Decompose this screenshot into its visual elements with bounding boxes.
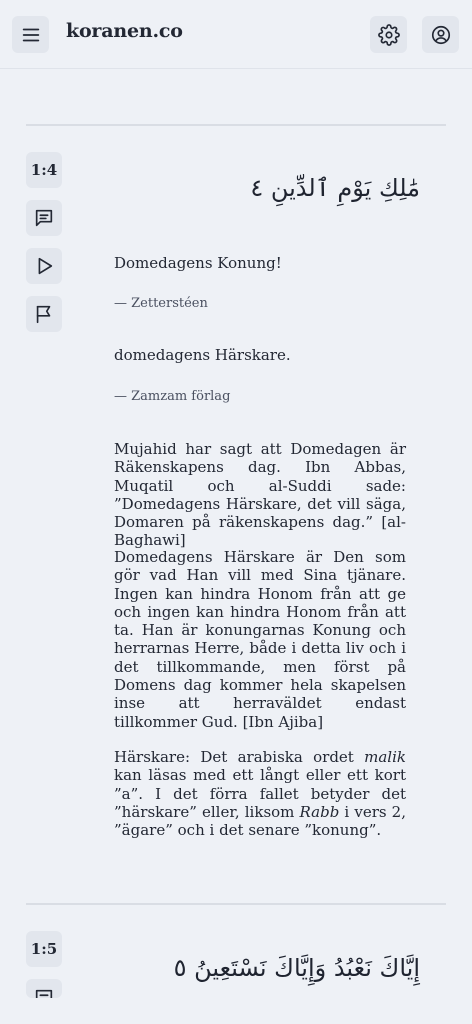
flag-icon [36, 305, 51, 324]
arabic-verse-text: إِيَّاكَ نَعْبُدُ وَإِيَّاكَ نَسْتَعِينُ… [173, 954, 420, 982]
play-icon [38, 257, 53, 275]
user-circle-icon [431, 25, 450, 44]
commentary-paragraph: Domedagens Härskare är Den som gör vad H… [114, 548, 406, 731]
play-button[interactable] [26, 248, 62, 284]
commentary-term: Härskare [114, 748, 185, 766]
account-button[interactable] [422, 16, 459, 53]
comment-icon [35, 209, 53, 227]
commentary-paragraph: Mujahid har sagt att Domedagen är Räkens… [114, 440, 406, 550]
bookmark-flag-button[interactable] [26, 296, 62, 332]
gear-icon [377, 23, 400, 46]
verse-divider [26, 903, 446, 905]
arabic-verse-text: مَٰلِكِ يَوْمِ ٱلدِّينِ ٤ [250, 174, 420, 202]
hamburger-menu-icon [22, 28, 39, 41]
verse-number: 1:5 [30, 940, 58, 958]
arabic-term: malik [364, 748, 406, 766]
commentary-button[interactable] [26, 979, 62, 998]
verse-number-button[interactable]: 1:5 [26, 931, 62, 967]
translation-source: — Zamzam förlag [114, 389, 231, 404]
commentary-paragraph: Härskare: Det arabiska ordet malik kan l… [114, 748, 406, 840]
commentary-button[interactable] [26, 200, 62, 236]
settings-button[interactable] [370, 16, 407, 53]
menu-button[interactable] [12, 16, 49, 53]
verse-number: 1:4 [30, 161, 58, 179]
verse-divider [26, 124, 446, 126]
comment-icon [35, 989, 53, 998]
translation-source: — Zetterstéen [114, 296, 208, 311]
translation-text: Domedagens Konung! [114, 254, 282, 272]
top-bar: koranen.co [0, 0, 472, 69]
verse-number-button[interactable]: 1:4 [26, 152, 62, 188]
site-title[interactable]: koranen.co [66, 20, 183, 42]
translation-text: domedagens Härskare. [114, 346, 291, 364]
arabic-term: Rabb [299, 802, 340, 821]
